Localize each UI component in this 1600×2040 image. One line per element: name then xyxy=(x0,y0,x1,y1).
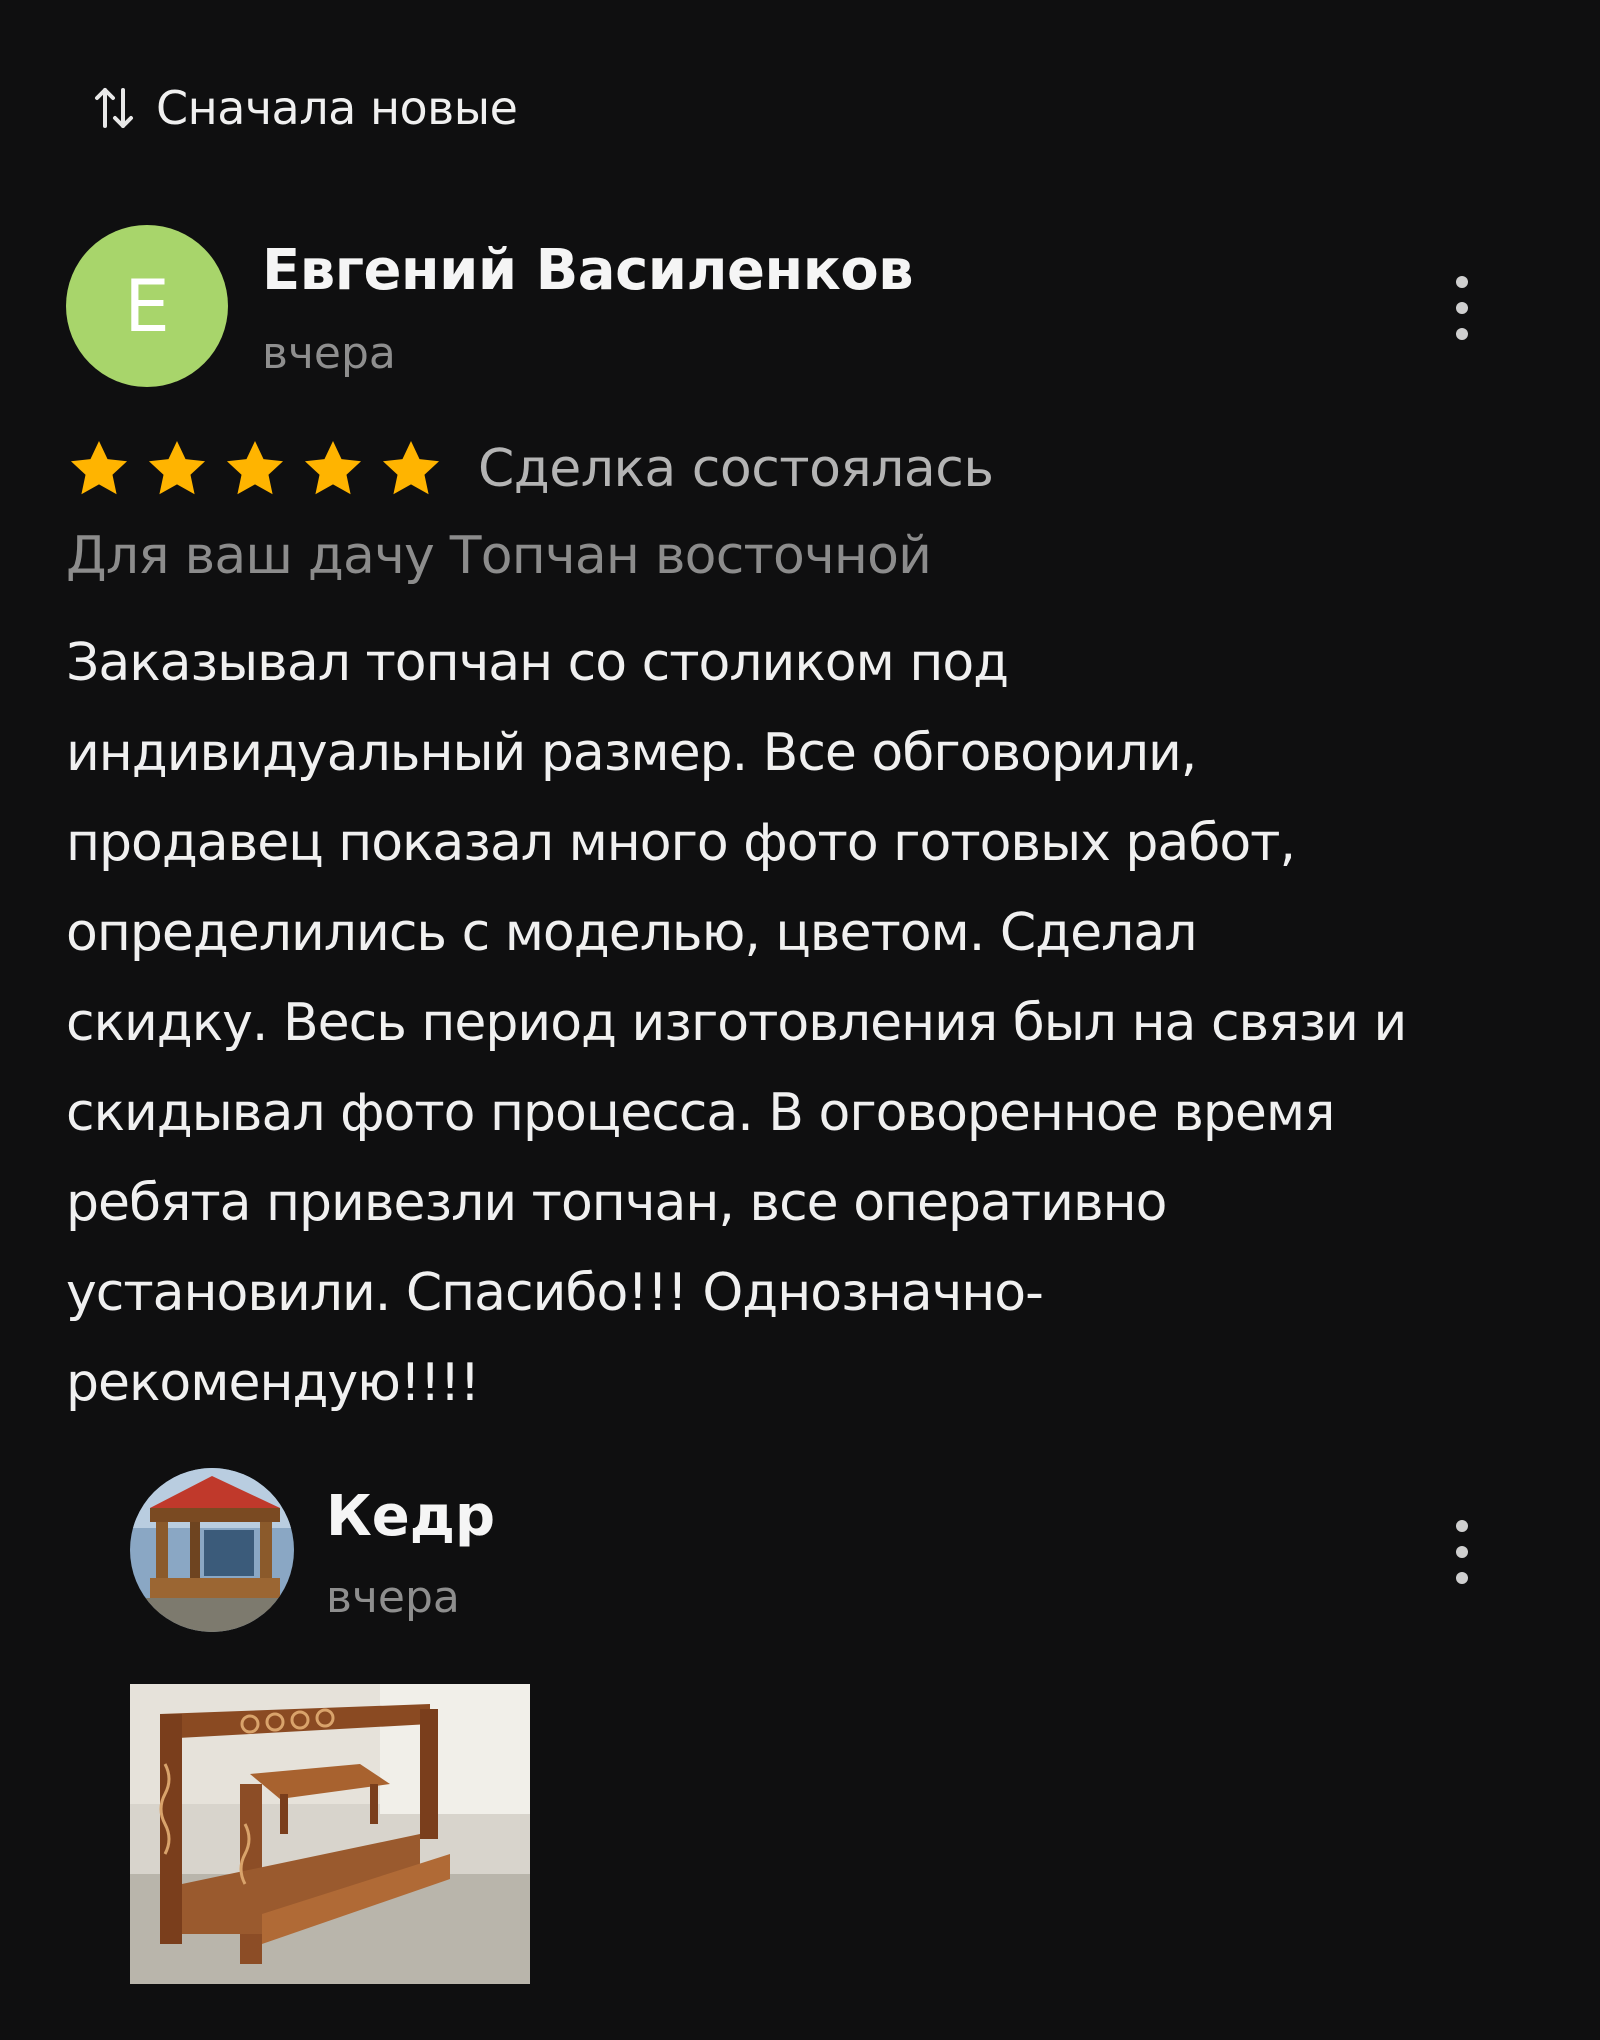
reply-date: вчера xyxy=(326,1572,460,1623)
item-title[interactable]: Для ваш дачу Топчан восточной xyxy=(66,526,932,586)
sort-arrows-icon xyxy=(95,88,133,128)
star-rating xyxy=(66,436,444,502)
sort-button[interactable]: Сначала новые xyxy=(92,78,518,138)
review-more-icon[interactable] xyxy=(1450,276,1474,340)
author-avatar[interactable]: E xyxy=(66,225,228,387)
reply-photo[interactable] xyxy=(130,1684,530,1984)
rating-row: Сделка состоялась xyxy=(66,434,994,504)
reply-more-icon[interactable] xyxy=(1450,1520,1474,1584)
author-name[interactable]: Евгений Василенков xyxy=(262,238,914,303)
star-icon xyxy=(304,440,362,495)
deal-status: Сделка состоялась xyxy=(478,439,994,499)
review-text: Заказывал топчан со столиком под индивид… xyxy=(66,633,1407,1413)
seller-avatar[interactable] xyxy=(130,1468,294,1632)
sort-label: Сначала новые xyxy=(156,81,518,135)
star-icon xyxy=(226,440,284,495)
reviews-page: Сначала новые E Евгений Василенков вчера… xyxy=(0,0,1600,2040)
review-date: вчера xyxy=(262,328,396,379)
star-icon xyxy=(148,440,206,495)
star-icon xyxy=(382,440,440,495)
star-icon xyxy=(70,440,128,495)
seller-name[interactable]: Кедр xyxy=(326,1484,495,1549)
seller-avatar-image xyxy=(130,1468,294,1632)
